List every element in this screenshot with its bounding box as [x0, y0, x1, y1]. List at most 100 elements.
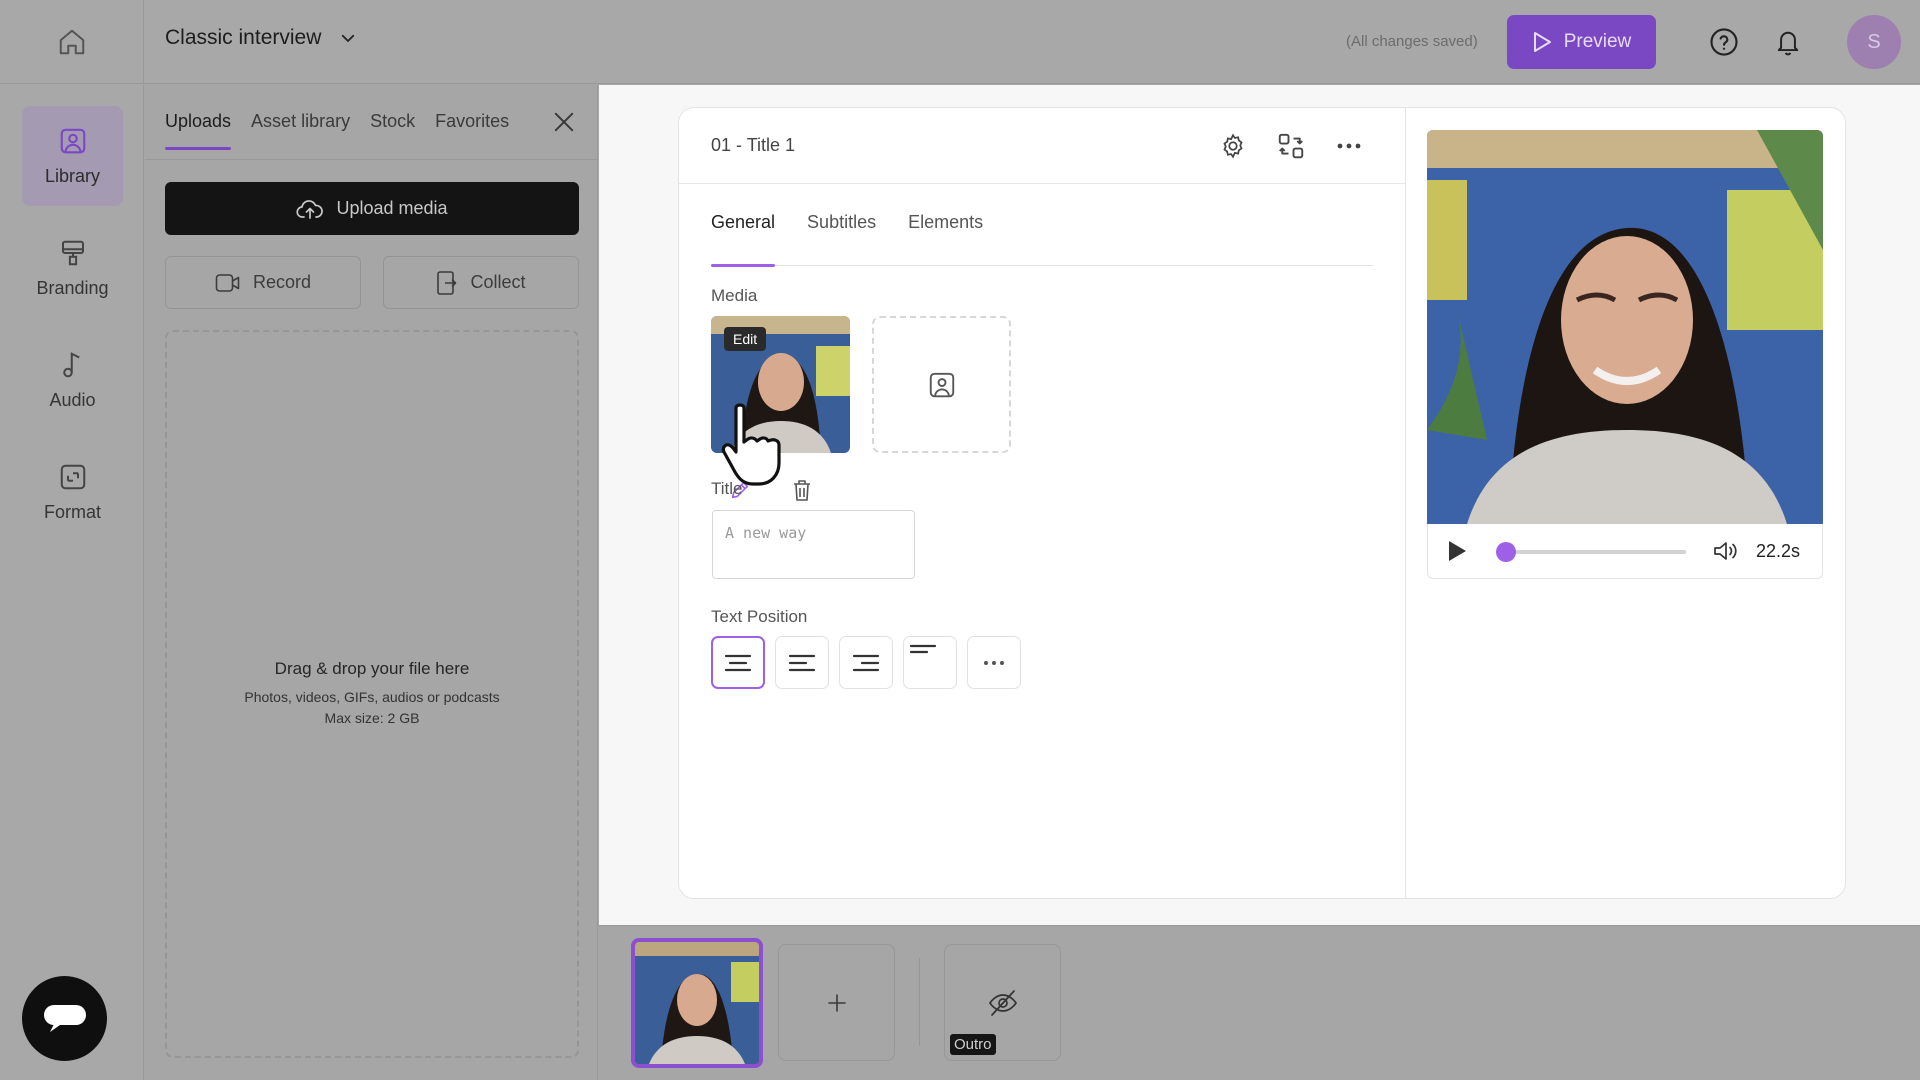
nav-item-audio[interactable]: Audio [22, 330, 123, 430]
dropzone-max-size: Max size: 2 GB [324, 710, 420, 726]
nav-item-format[interactable]: Format [22, 442, 123, 542]
help-icon [1710, 28, 1738, 56]
woman-portrait-video-frame [1427, 130, 1823, 524]
dropzone-title: Drag & drop your file here [274, 659, 470, 678]
record-label: Record [252, 272, 312, 292]
library-icon [60, 128, 85, 153]
divider [1405, 108, 1406, 898]
align-center-icon [724, 654, 752, 671]
dropzone[interactable]: Drag & drop your file here Photos, video… [165, 330, 579, 1058]
align-top-left-icon [909, 644, 937, 654]
save-status: (All changes saved) [1346, 33, 1478, 50]
top-bar: Classic interview (All changes saved) Pr… [0, 0, 1920, 84]
volume-button[interactable] [1713, 540, 1739, 562]
home-button[interactable] [0, 0, 144, 84]
music-note-icon [62, 351, 80, 377]
edit-tooltip: Edit [724, 327, 767, 351]
library-tabs: Uploads Asset library Stock Favorites [165, 111, 509, 150]
preview-label: Preview [1563, 31, 1632, 52]
text-position-left[interactable] [775, 636, 829, 689]
media-label: Media [711, 286, 758, 305]
divider [919, 958, 920, 1046]
tab-general[interactable]: General [711, 212, 776, 267]
help-button[interactable] [1706, 24, 1742, 60]
more-options-button[interactable] [1333, 130, 1365, 162]
nav-label: Audio [49, 389, 96, 410]
add-scene-button[interactable] [778, 944, 895, 1061]
nav-label: Branding [36, 277, 109, 298]
collect-label: Collect [470, 272, 526, 292]
left-navigation: Library Branding Audio Format [0, 85, 144, 1080]
text-position-right[interactable] [839, 636, 893, 689]
collect-button[interactable]: Collect [383, 256, 579, 309]
video-camera-icon [215, 273, 240, 292]
cloud-upload-icon [296, 199, 324, 219]
play-icon [1449, 541, 1466, 561]
collect-icon [437, 270, 457, 295]
image-icon [929, 372, 954, 397]
close-panel-button[interactable] [550, 108, 578, 136]
title-input[interactable]: A new way [712, 510, 915, 579]
play-button[interactable] [1446, 539, 1468, 563]
video-player-controls: 22.2s [1427, 524, 1823, 579]
tab-asset-library[interactable]: Asset library [251, 111, 350, 150]
swap-layout-icon [1278, 133, 1304, 159]
record-button[interactable]: Record [165, 256, 361, 309]
outro-label: Outro [950, 1034, 996, 1055]
align-right-icon [852, 654, 880, 671]
close-icon [554, 112, 574, 132]
text-position-more[interactable] [967, 636, 1021, 689]
woman-portrait-scene-thumbnail [635, 942, 759, 1064]
nav-label: Format [43, 501, 101, 522]
swap-layout-button[interactable] [1275, 130, 1307, 162]
tab-subtitles[interactable]: Subtitles [807, 212, 876, 266]
volume-icon [1714, 542, 1737, 560]
text-position-top-left[interactable] [903, 636, 957, 689]
nav-item-branding[interactable]: Branding [22, 218, 123, 318]
progress-handle[interactable] [1496, 542, 1517, 562]
progress-slider[interactable] [1496, 542, 1686, 562]
tab-favorites[interactable]: Favorites [435, 111, 509, 150]
bell-icon [1777, 31, 1799, 56]
delete-media-button[interactable] [782, 470, 822, 510]
upload-media-button[interactable]: Upload media [165, 182, 579, 235]
tab-stock[interactable]: Stock [370, 111, 415, 150]
preview-button[interactable]: Preview [1507, 15, 1656, 69]
tab-elements[interactable]: Elements [908, 212, 983, 266]
gear-icon [1223, 133, 1243, 159]
scene-header: 01 - Title 1 [679, 108, 1405, 184]
dropzone-formats: Photos, videos, GIFs, audios or podcasts [244, 689, 500, 705]
upload-media-label: Upload media [336, 198, 448, 218]
project-title: Classic interview [165, 26, 322, 49]
branding-icon [61, 240, 84, 265]
trash-icon [794, 480, 810, 501]
hand-cursor-icon [718, 402, 788, 486]
nav-label: Library [44, 165, 101, 186]
notifications-button[interactable] [1770, 24, 1806, 60]
home-icon [59, 29, 84, 55]
tab-uploads[interactable]: Uploads [165, 111, 232, 150]
align-left-icon [788, 654, 816, 671]
play-outline-icon [1533, 32, 1551, 52]
video-preview[interactable] [1427, 130, 1823, 524]
library-panel: Uploads Asset library Stock Favorites Up… [145, 85, 598, 1080]
user-avatar[interactable]: S [1847, 15, 1901, 69]
timeline-scene-thumbnail[interactable] [631, 938, 763, 1068]
outro-scene[interactable]: Outro [944, 944, 1061, 1061]
scene-name: 01 - Title 1 [711, 135, 796, 155]
text-position-center[interactable] [711, 636, 765, 689]
scene-settings-button[interactable] [1217, 130, 1249, 162]
video-duration: 22.2s [1756, 541, 1801, 561]
project-selector[interactable]: Classic interview [165, 26, 357, 50]
format-icon [60, 464, 85, 489]
nav-item-library[interactable]: Library [22, 106, 123, 206]
divider [145, 159, 598, 160]
chat-icon [43, 1004, 86, 1032]
more-horizontal-icon [1337, 143, 1361, 149]
text-position-label: Text Position [711, 607, 808, 626]
chat-button[interactable] [22, 976, 107, 1061]
more-options-icon [984, 660, 1004, 665]
plus-icon [827, 993, 846, 1012]
add-media-slot[interactable] [872, 316, 1011, 453]
chevron-down-icon [342, 34, 355, 42]
